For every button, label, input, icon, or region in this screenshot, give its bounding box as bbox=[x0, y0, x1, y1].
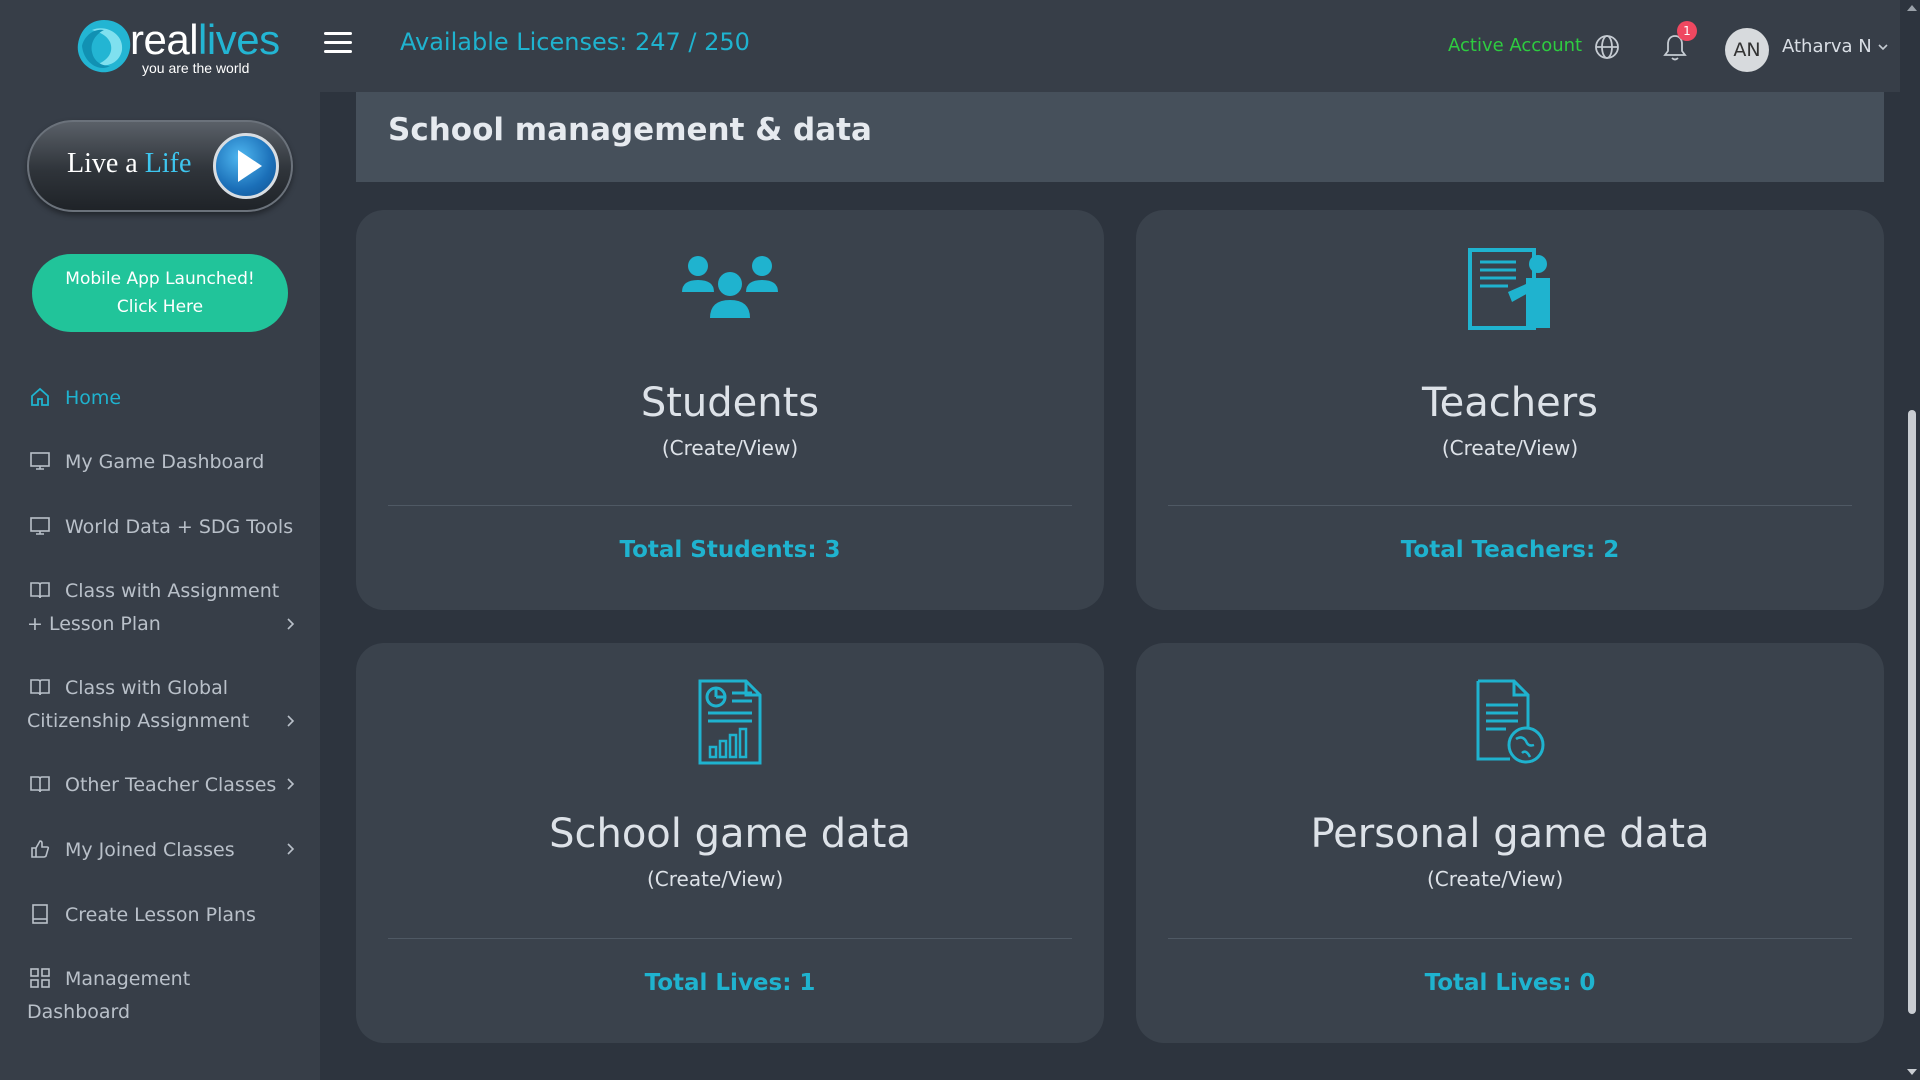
brand-name-prefix: real bbox=[130, 16, 199, 63]
sidebar-item-home[interactable]: Home bbox=[27, 382, 297, 415]
book-icon bbox=[30, 776, 50, 793]
book-icon bbox=[30, 679, 50, 696]
account-status: Active Account bbox=[1448, 35, 1583, 56]
sidebar-item-line1: Management bbox=[27, 963, 297, 996]
play-icon bbox=[213, 133, 279, 199]
card-divider bbox=[388, 938, 1072, 939]
sidebar-item-create-lesson-plans[interactable]: Create Lesson Plans bbox=[27, 899, 297, 932]
monitor-icon bbox=[30, 517, 50, 535]
card-divider bbox=[388, 505, 1072, 506]
teachers-card[interactable]: Teachers (Create/View) Total Teachers: 2 bbox=[1136, 210, 1884, 610]
sidebar-item-world-data[interactable]: World Data + SDG Tools bbox=[27, 511, 297, 544]
available-licenses: Available Licenses: 247 / 250 bbox=[400, 28, 750, 56]
play-triangle bbox=[238, 150, 262, 182]
live-a-life-prefix: Live a bbox=[67, 148, 145, 179]
mobile-app-line1: Mobile App Launched! bbox=[65, 269, 255, 289]
sidebar-item-my-joined-classes[interactable]: My Joined Classes bbox=[27, 834, 297, 867]
card-title: Teachers bbox=[1422, 380, 1598, 426]
chevron-down-icon[interactable] bbox=[1877, 42, 1889, 52]
sidebar-item-management-dashboard[interactable]: Management Dashboard bbox=[27, 963, 297, 1029]
sidebar-item-class-assignment[interactable]: Class with Assignment + Lesson Plan bbox=[27, 575, 297, 641]
monitor-icon bbox=[30, 452, 50, 470]
book-icon bbox=[30, 582, 50, 599]
sidebar: reallives you are the world Live a Life … bbox=[0, 0, 320, 1080]
home-icon bbox=[31, 387, 49, 406]
card-title: School game data bbox=[549, 811, 911, 857]
card-total: Total Lives: 1 bbox=[644, 970, 816, 996]
sidebar-item-label: Class with Global bbox=[65, 677, 228, 699]
chevron-right-icon bbox=[287, 778, 295, 790]
brand-name-accent: lives bbox=[198, 16, 280, 63]
scroll-up-icon[interactable] bbox=[1906, 4, 1918, 12]
card-title: Personal game data bbox=[1310, 811, 1710, 857]
avatar[interactable]: AN bbox=[1725, 28, 1769, 72]
notebook-icon bbox=[32, 904, 48, 924]
sidebar-item-label: Create Lesson Plans bbox=[65, 904, 256, 926]
teacher-board-icon bbox=[1468, 248, 1550, 330]
brand-tagline: you are the world bbox=[142, 60, 250, 76]
topbar: Available Licenses: 247 / 250 Active Acc… bbox=[320, 0, 1900, 92]
grid-icon bbox=[30, 968, 50, 988]
chevron-right-icon bbox=[287, 843, 295, 855]
card-divider bbox=[1168, 505, 1852, 506]
card-total: Total Students: 3 bbox=[619, 537, 841, 563]
sidebar-item-class-global[interactable]: Class with Global Citizenship Assignment bbox=[27, 672, 297, 738]
sidebar-item-line2: Citizenship Assignment bbox=[27, 710, 250, 732]
sidebar-item-label: My Joined Classes bbox=[65, 839, 235, 861]
sidebar-item-label: My Game Dashboard bbox=[65, 451, 265, 473]
chevron-right-icon bbox=[287, 618, 295, 630]
sidebar-item-other-teacher-classes[interactable]: Other Teacher Classes bbox=[27, 769, 297, 802]
sidebar-item-line1: Class with Global bbox=[27, 672, 297, 705]
live-a-life-accent: Life bbox=[144, 148, 192, 179]
notification-badge: 1 bbox=[1677, 21, 1697, 41]
sidebar-item-label: Management bbox=[65, 968, 191, 990]
card-total: Total Lives: 0 bbox=[1424, 970, 1596, 996]
card-subtitle: (Create/View) bbox=[647, 867, 784, 891]
hamburger-menu-icon[interactable] bbox=[322, 30, 354, 56]
card-title: Students bbox=[640, 380, 820, 426]
school-game-data-card[interactable]: School game data (Create/View) Total Liv… bbox=[356, 643, 1104, 1043]
reallives-logo-icon bbox=[77, 20, 131, 73]
card-subtitle: (Create/View) bbox=[1441, 436, 1579, 460]
sidebar-item-line2: + Lesson Plan bbox=[27, 613, 161, 635]
brand-logo[interactable]: reallives you are the world bbox=[72, 14, 280, 80]
card-divider bbox=[1168, 938, 1852, 939]
personal-game-data-card[interactable]: Personal game data (Create/View) Total L… bbox=[1136, 643, 1884, 1043]
sidebar-item-label: Home bbox=[65, 387, 122, 409]
section-header: School management & data bbox=[356, 92, 1884, 182]
thumbs-up-icon bbox=[31, 840, 50, 858]
live-a-life-label: Live a Life bbox=[67, 148, 191, 180]
scrollbar-thumb[interactable] bbox=[1908, 410, 1916, 1014]
card-total: Total Teachers: 2 bbox=[1400, 537, 1620, 563]
page-title: School management & data bbox=[388, 112, 872, 148]
user-name[interactable]: Atharva N bbox=[1782, 36, 1872, 57]
sidebar-item-label: Class with Assignment bbox=[65, 580, 280, 602]
card-subtitle: (Create/View) bbox=[1427, 867, 1564, 891]
mobile-app-line2: Click Here bbox=[116, 297, 204, 317]
globe-icon[interactable] bbox=[1593, 33, 1621, 61]
sidebar-item-label: Other Teacher Classes bbox=[65, 774, 277, 796]
mobile-app-button[interactable]: Mobile App Launched! Click Here bbox=[32, 254, 288, 332]
students-card[interactable]: Students (Create/View) Total Students: 3 bbox=[356, 210, 1104, 610]
scroll-down-icon[interactable] bbox=[1906, 1068, 1918, 1076]
users-group-icon bbox=[682, 256, 778, 318]
sidebar-item-line1: Class with Assignment bbox=[27, 575, 297, 608]
document-globe-icon bbox=[1476, 679, 1545, 764]
chevron-right-icon bbox=[287, 715, 295, 727]
sidebar-item-label: World Data + SDG Tools bbox=[65, 516, 294, 538]
brand-name: reallives bbox=[130, 18, 280, 62]
report-chart-icon bbox=[698, 679, 762, 765]
sidebar-item-my-game-dashboard[interactable]: My Game Dashboard bbox=[27, 446, 297, 479]
card-subtitle: (Create/View) bbox=[661, 436, 799, 460]
sidebar-item-line2: Dashboard bbox=[27, 1001, 131, 1023]
live-a-life-button[interactable]: Live a Life bbox=[27, 120, 293, 212]
